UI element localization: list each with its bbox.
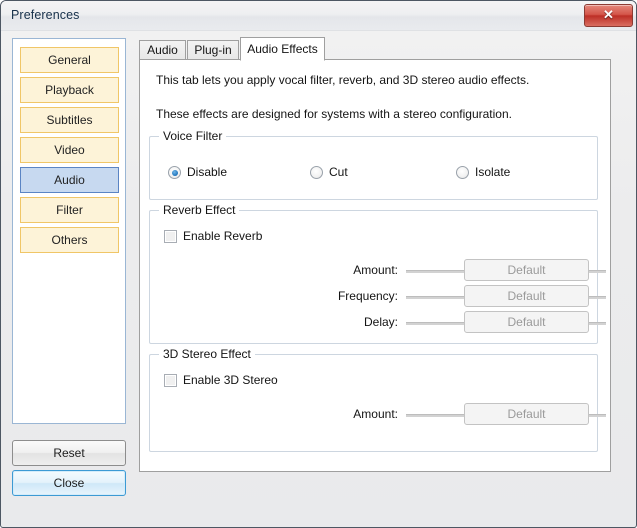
sidebar-item-others[interactable]: Others [20, 227, 119, 253]
stereo-3d-group-title: 3D Stereo Effect [159, 347, 255, 361]
radio-unselected-icon [456, 166, 469, 179]
radio-label-cut: Cut [329, 165, 348, 179]
sidebar-item-subtitles[interactable]: Subtitles [20, 107, 119, 133]
reverb-effect-group: Reverb Effect Enable Reverb Amount: Defa… [149, 203, 606, 344]
slider-row-reverb-frequency: Frequency: Default [150, 285, 606, 309]
window-close-button[interactable]: ✕ [584, 4, 633, 27]
radio-label-isolate: Isolate [475, 165, 511, 179]
slider-label-3d-amount: Amount: [353, 407, 398, 421]
checkbox-label-enable-reverb: Enable Reverb [183, 229, 263, 243]
slider-label-reverb-amount: Amount: [353, 263, 398, 277]
radio-selected-icon [168, 166, 181, 179]
reverb-frequency-default-button[interactable]: Default [464, 285, 589, 307]
radio-label-disable: Disable [187, 165, 228, 179]
checkbox-label-enable-3d-stereo: Enable 3D Stereo [183, 373, 278, 387]
slider-row-reverb-amount: Amount: Default [150, 259, 606, 283]
reverb-group-title: Reverb Effect [159, 203, 240, 217]
slider-label-reverb-frequency: Frequency: [337, 289, 398, 303]
window-title: Preferences [11, 8, 80, 22]
stereo-3d-amount-default-button[interactable]: Default [464, 403, 589, 425]
checkbox-unchecked-icon [164, 230, 177, 243]
stereo-3d-effect-group: 3D Stereo Effect Enable 3D Stereo Amount… [149, 347, 606, 452]
sidebar-item-audio[interactable]: Audio [20, 167, 119, 193]
description-line-2: These effects are designed for systems w… [156, 107, 512, 121]
tab-audio[interactable]: Audio [139, 40, 186, 60]
checkbox-unchecked-icon [164, 374, 177, 387]
sidebar-item-playback[interactable]: Playback [20, 77, 119, 103]
slider-label-reverb-delay: Delay: [363, 315, 398, 329]
preferences-dialog: Preferences ✕ General Playback Subtitles… [0, 0, 637, 528]
reset-button[interactable]: Reset [12, 440, 126, 466]
slider-row-3d-amount: Amount: Default [150, 403, 606, 427]
voice-filter-group-title: Voice Filter [159, 129, 227, 143]
tab-plug-in[interactable]: Plug-in [187, 40, 239, 60]
tab-content-panel: This tab lets you apply vocal filter, re… [139, 59, 611, 472]
reverb-amount-default-button[interactable]: Default [464, 259, 589, 281]
sidebar-panel: General Playback Subtitles Video Audio F… [12, 38, 126, 424]
reverb-delay-default-button[interactable]: Default [464, 311, 589, 333]
description-line-1: This tab lets you apply vocal filter, re… [156, 73, 530, 87]
sidebar-item-general[interactable]: General [20, 47, 119, 73]
sidebar-item-filter[interactable]: Filter [20, 197, 119, 223]
tab-audio-effects[interactable]: Audio Effects [240, 37, 325, 61]
slider-row-reverb-delay: Delay: Default [150, 311, 606, 335]
x-close-icon: ✕ [603, 7, 614, 22]
radio-unselected-icon [310, 166, 323, 179]
title-bar: Preferences ✕ [1, 1, 636, 31]
sidebar-item-video[interactable]: Video [20, 137, 119, 163]
voice-filter-group: Voice Filter Disable Cut Isolate [149, 129, 598, 200]
close-button[interactable]: Close [12, 470, 126, 496]
